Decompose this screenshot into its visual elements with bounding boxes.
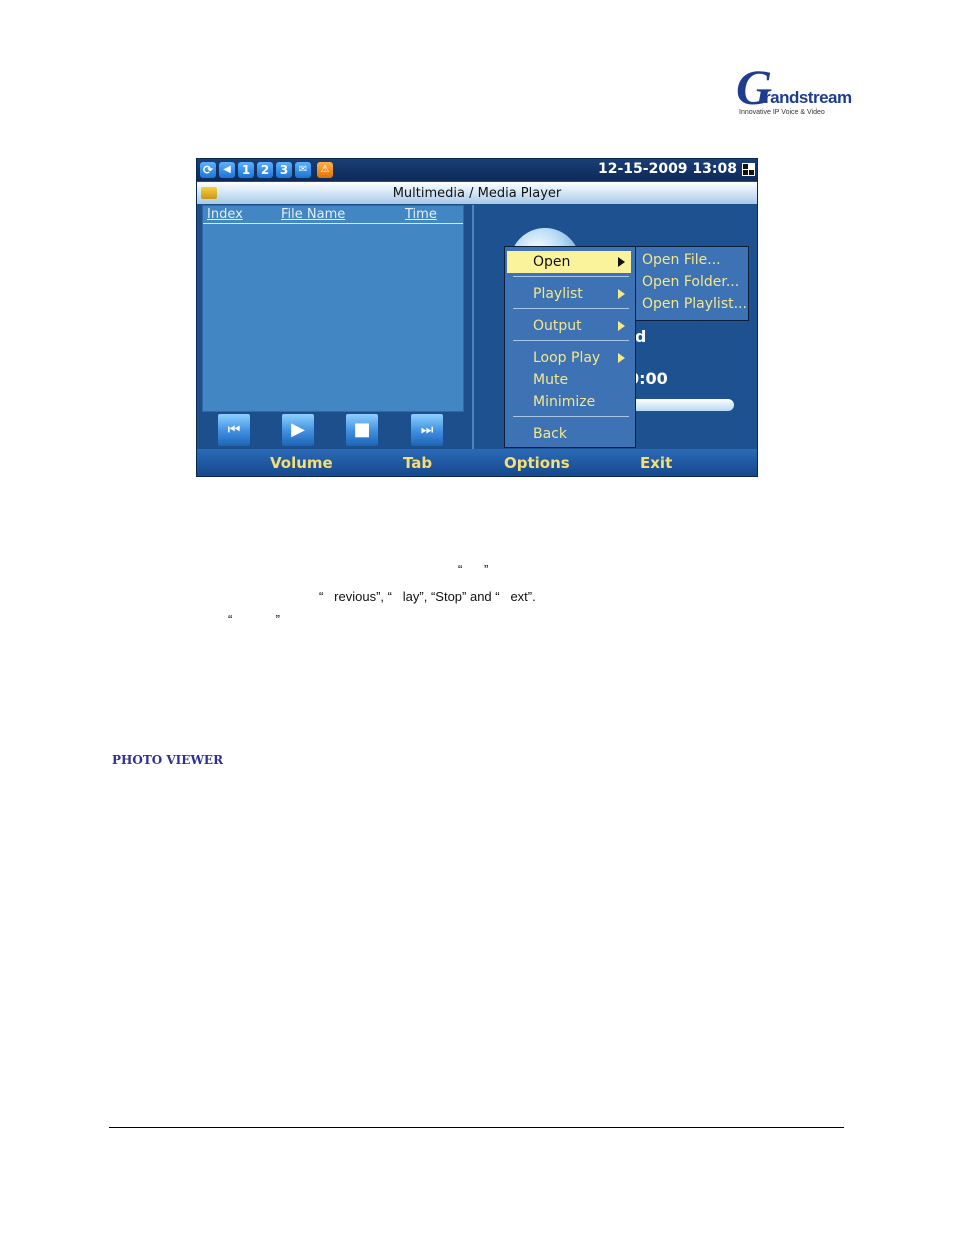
softkey-options[interactable]: Options — [504, 454, 570, 472]
screen-title: Multimedia / Media Player — [392, 186, 562, 201]
logo-tagline: Innovative IP Voice & Video — [739, 109, 825, 116]
menu-separator — [513, 340, 629, 341]
speaker-icon: ◀ — [219, 162, 235, 178]
menu-item-playlist[interactable]: Playlist — [507, 283, 631, 305]
logo-word: randstream — [764, 88, 852, 107]
menu-separator — [513, 416, 629, 417]
softkey-bar: Volume Tab Options Exit — [197, 449, 757, 476]
menu-separator — [513, 308, 629, 309]
column-time[interactable]: Time — [405, 207, 437, 222]
menu-item-output[interactable]: Output — [507, 315, 631, 337]
next-button[interactable]: ⏭ — [410, 413, 444, 447]
line-2-icon: 2 — [257, 162, 273, 178]
file-list-header: Index File Name Time — [203, 206, 463, 224]
submenu-arrow-icon — [618, 321, 625, 331]
play-icon: ▶ — [291, 419, 305, 440]
file-list[interactable]: Index File Name Time — [202, 205, 464, 412]
menu-item-label: Loop Play — [533, 350, 601, 366]
message-icon: ✉ — [295, 162, 311, 178]
previous-icon: ⏮ — [227, 422, 241, 438]
title-bar: Multimedia / Media Player — [197, 182, 757, 204]
status-bar: ⟳ ◀ 1 2 3 ✉ ⚠ 12-15-2009 13:08 — [197, 159, 757, 181]
grid-icon — [742, 163, 755, 176]
stop-button[interactable]: ■ — [345, 413, 379, 447]
submenu-item-open-file[interactable]: Open File... — [642, 252, 721, 268]
menu-item-open[interactable]: Open — [507, 251, 631, 273]
stop-icon: ■ — [353, 419, 371, 440]
buttons-sentence: “ revious”, “ lay”, “Stop” and “ ext”. — [319, 589, 536, 604]
warning-icon: ⚠ — [317, 162, 333, 178]
menu-item-mute[interactable]: Mute — [507, 369, 631, 391]
status-datetime: 12-15-2009 13:08 — [598, 161, 737, 177]
softkey-tab[interactable]: Tab — [403, 454, 432, 472]
softkey-volume[interactable]: Volume — [270, 454, 333, 472]
menu-item-label: Open — [533, 254, 571, 270]
submenu-item-open-playlist[interactable]: Open Playlist... — [642, 296, 747, 312]
submenu-item-open-folder[interactable]: Open Folder... — [642, 274, 739, 290]
section-heading: PHOTO VIEWER — [112, 753, 224, 767]
menu-item-label: Mute — [533, 372, 569, 388]
submenu-arrow-icon — [618, 353, 625, 363]
submenu-arrow-icon — [618, 289, 625, 299]
sync-icon: ⟳ — [200, 162, 216, 178]
menu-item-loop-play[interactable]: Loop Play — [507, 347, 631, 369]
progress-bar[interactable] — [624, 399, 734, 411]
menu-item-label: Back — [533, 426, 567, 442]
open-submenu: Open File... Open Folder... Open Playlis… — [635, 246, 749, 321]
column-file-name[interactable]: File Name — [281, 207, 345, 222]
line-1-icon: 1 — [238, 162, 254, 178]
footer-rule — [109, 1127, 844, 1128]
menu-item-label: Minimize — [533, 394, 596, 410]
grandstream-logo: G randstream Innovative IP Voice & Video — [736, 59, 852, 120]
quote-fragment: “ ” — [458, 562, 489, 577]
next-icon: ⏭ — [420, 422, 434, 438]
submenu-arrow-icon — [618, 257, 625, 267]
column-index[interactable]: Index — [207, 207, 243, 222]
play-button[interactable]: ▶ — [281, 413, 315, 447]
menu-item-minimize[interactable]: Minimize — [507, 391, 631, 413]
previous-button[interactable]: ⏮ — [217, 413, 251, 447]
options-menu: Open Playlist Output Loop Play Mute Mini… — [504, 246, 636, 448]
menu-item-label: Output — [533, 318, 582, 334]
menu-item-label: Playlist — [533, 286, 583, 302]
menu-item-back[interactable]: Back — [507, 423, 631, 445]
softkey-exit[interactable]: Exit — [640, 454, 672, 472]
menu-separator — [513, 276, 629, 277]
media-player-screenshot: ⟳ ◀ 1 2 3 ✉ ⚠ 12-15-2009 13:08 Multimedi… — [196, 158, 758, 477]
line-3-icon: 3 — [276, 162, 292, 178]
quote-fragment-2: “ ” — [228, 612, 280, 627]
